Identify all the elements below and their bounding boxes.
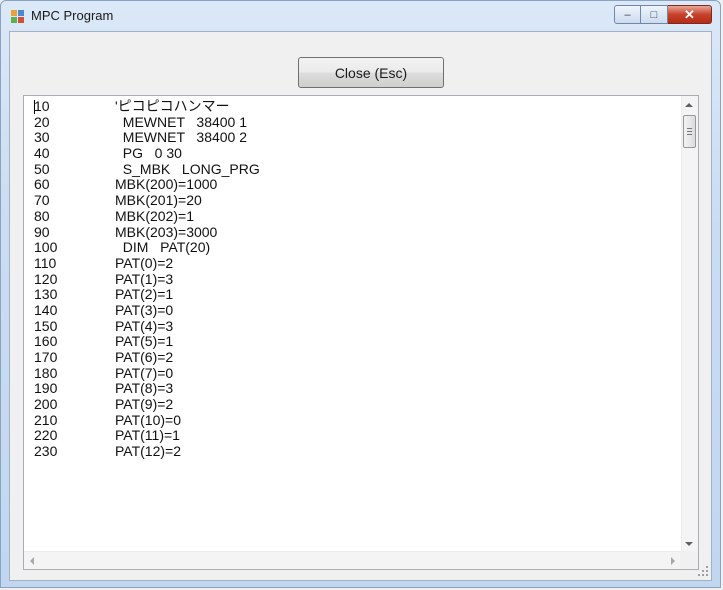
vertical-scrollbar[interactable] — [681, 96, 698, 552]
window-title: MPC Program — [31, 8, 114, 23]
caption-buttons: – □ ✕ — [614, 5, 712, 25]
line-code: S_MBK LONG_PRG — [115, 160, 260, 177]
line-number: 200 — [34, 396, 58, 413]
line-number: 60 — [34, 176, 50, 193]
program-line: 170 PAT(6)=2 — [34, 349, 260, 366]
program-lines: 10 'ピコピコハンマー 20 MEWNET 38400 1 30 MEWNET 38… — [34, 98, 260, 460]
program-line: 20 MEWNET 38400 1 — [34, 113, 260, 131]
scroll-down-icon[interactable] — [685, 542, 693, 546]
program-line: 140 PAT(3)=0 — [34, 301, 260, 319]
program-window: MPC Program – □ ✕ Close (Esc) 10 'ピコピコハンマ… — [0, 0, 721, 588]
program-line: 70 MBK(201)=20 — [34, 192, 260, 209]
program-line: 160 PAT(5)=1 — [34, 334, 260, 350]
minimize-icon: – — [624, 8, 631, 21]
line-code: 'ピコピコハンマー — [115, 98, 230, 114]
line-code: MEWNET 38400 1 — [115, 113, 248, 130]
title-bar[interactable]: MPC Program – □ ✕ — [1, 1, 720, 31]
scrollbar-corner — [680, 551, 698, 569]
horizontal-scrollbar[interactable] — [24, 551, 681, 569]
program-line: 230 PAT(12)=2 — [34, 443, 260, 460]
line-code: PG 0 30 — [115, 145, 182, 162]
line-code: MEWNET 38400 2 — [115, 129, 248, 146]
window-close-button[interactable]: ✕ — [668, 5, 712, 24]
program-line: 220 PAT(11)=1 — [34, 428, 260, 444]
line-number: 140 — [34, 301, 58, 318]
program-line: 100 DIM PAT(20) — [34, 239, 260, 256]
close-icon: ✕ — [684, 6, 695, 22]
line-number: 160 — [34, 333, 58, 350]
program-line: 40 PG 0 30 — [34, 145, 260, 162]
scroll-right-icon[interactable] — [671, 557, 675, 565]
line-code: DIM PAT(20) — [115, 239, 211, 256]
vertical-scroll-thumb[interactable] — [683, 115, 696, 148]
line-number: 120 — [34, 270, 58, 287]
line-code: PAT(3)=0 — [115, 301, 174, 318]
program-line: 30 MEWNET 38400 2 — [34, 130, 260, 146]
line-code: PAT(11)=1 — [115, 427, 180, 444]
program-line: 200 PAT(9)=2 — [34, 396, 260, 413]
program-line: 10 'ピコピコハンマー — [34, 98, 260, 115]
line-code: PAT(12)=2 — [115, 443, 182, 460]
line-number: 220 — [34, 427, 58, 444]
program-line: 130 PAT(2)=1 — [34, 287, 260, 303]
program-line: 180 PAT(7)=0 — [34, 364, 260, 382]
app-icon[interactable] — [11, 10, 25, 24]
close-button[interactable]: Close (Esc) — [298, 57, 444, 88]
program-line: 60 MBK(200)=1000 — [34, 177, 260, 193]
line-number: 80 — [34, 207, 50, 224]
line-code: PAT(2)=1 — [115, 286, 174, 303]
line-code: PAT(8)=3 — [115, 380, 174, 397]
scroll-left-icon[interactable] — [30, 557, 34, 565]
program-line: 150 PAT(4)=3 — [34, 317, 260, 335]
line-number: 110 — [34, 254, 57, 271]
line-number: 70 — [34, 192, 50, 209]
line-number: 130 — [34, 286, 58, 303]
program-line: 120 PAT(1)=3 — [34, 270, 260, 288]
maximize-button[interactable]: □ — [641, 5, 668, 24]
line-code: PAT(0)=2 — [115, 254, 174, 271]
program-textarea[interactable]: 10 'ピコピコハンマー 20 MEWNET 38400 1 30 MEWNET 38… — [23, 95, 699, 570]
line-code: PAT(4)=3 — [115, 317, 174, 334]
size-grip-icon[interactable] — [698, 566, 708, 576]
program-line: 190 PAT(8)=3 — [34, 381, 260, 397]
text-caret — [34, 100, 35, 114]
line-code: MBK(203)=3000 — [115, 223, 218, 240]
program-line: 90 MBK(203)=3000 — [34, 223, 260, 241]
maximize-icon: □ — [650, 8, 658, 21]
line-number: 20 — [34, 113, 50, 130]
program-line: 210 PAT(10)=0 — [34, 411, 260, 429]
scroll-up-icon[interactable] — [685, 103, 693, 107]
line-code: PAT(9)=2 — [115, 396, 174, 413]
line-number: 100 — [34, 239, 58, 256]
line-code: MBK(202)=1 — [115, 207, 194, 224]
program-line: 50 S_MBK LONG_PRG — [34, 160, 260, 178]
line-code: MBK(201)=20 — [115, 192, 202, 209]
line-number: 210 — [34, 411, 58, 428]
program-line: 110 PAT(0)=2 — [34, 254, 260, 272]
line-code: PAT(1)=3 — [115, 270, 174, 287]
line-code: MBK(200)=1000 — [115, 176, 218, 193]
line-number: 10 — [34, 98, 50, 114]
line-number: 150 — [34, 317, 58, 334]
program-line: 80 MBK(202)=1 — [34, 207, 260, 225]
minimize-button[interactable]: – — [614, 5, 641, 24]
line-number: 90 — [34, 223, 50, 240]
line-code: PAT(7)=0 — [115, 364, 174, 381]
line-code: PAT(6)=2 — [115, 349, 174, 365]
line-number: 170 — [34, 349, 58, 365]
line-number: 30 — [34, 129, 50, 146]
line-code: PAT(5)=1 — [115, 333, 174, 350]
line-number: 190 — [34, 380, 58, 397]
client-area: Close (Esc) 10 'ピコピコハンマー 20 MEWNET 38400 1… — [9, 31, 712, 581]
line-number: 230 — [34, 443, 58, 460]
line-number: 180 — [34, 364, 58, 381]
line-number: 50 — [34, 160, 50, 177]
line-code: PAT(10)=0 — [115, 411, 182, 428]
line-number: 40 — [34, 145, 50, 162]
